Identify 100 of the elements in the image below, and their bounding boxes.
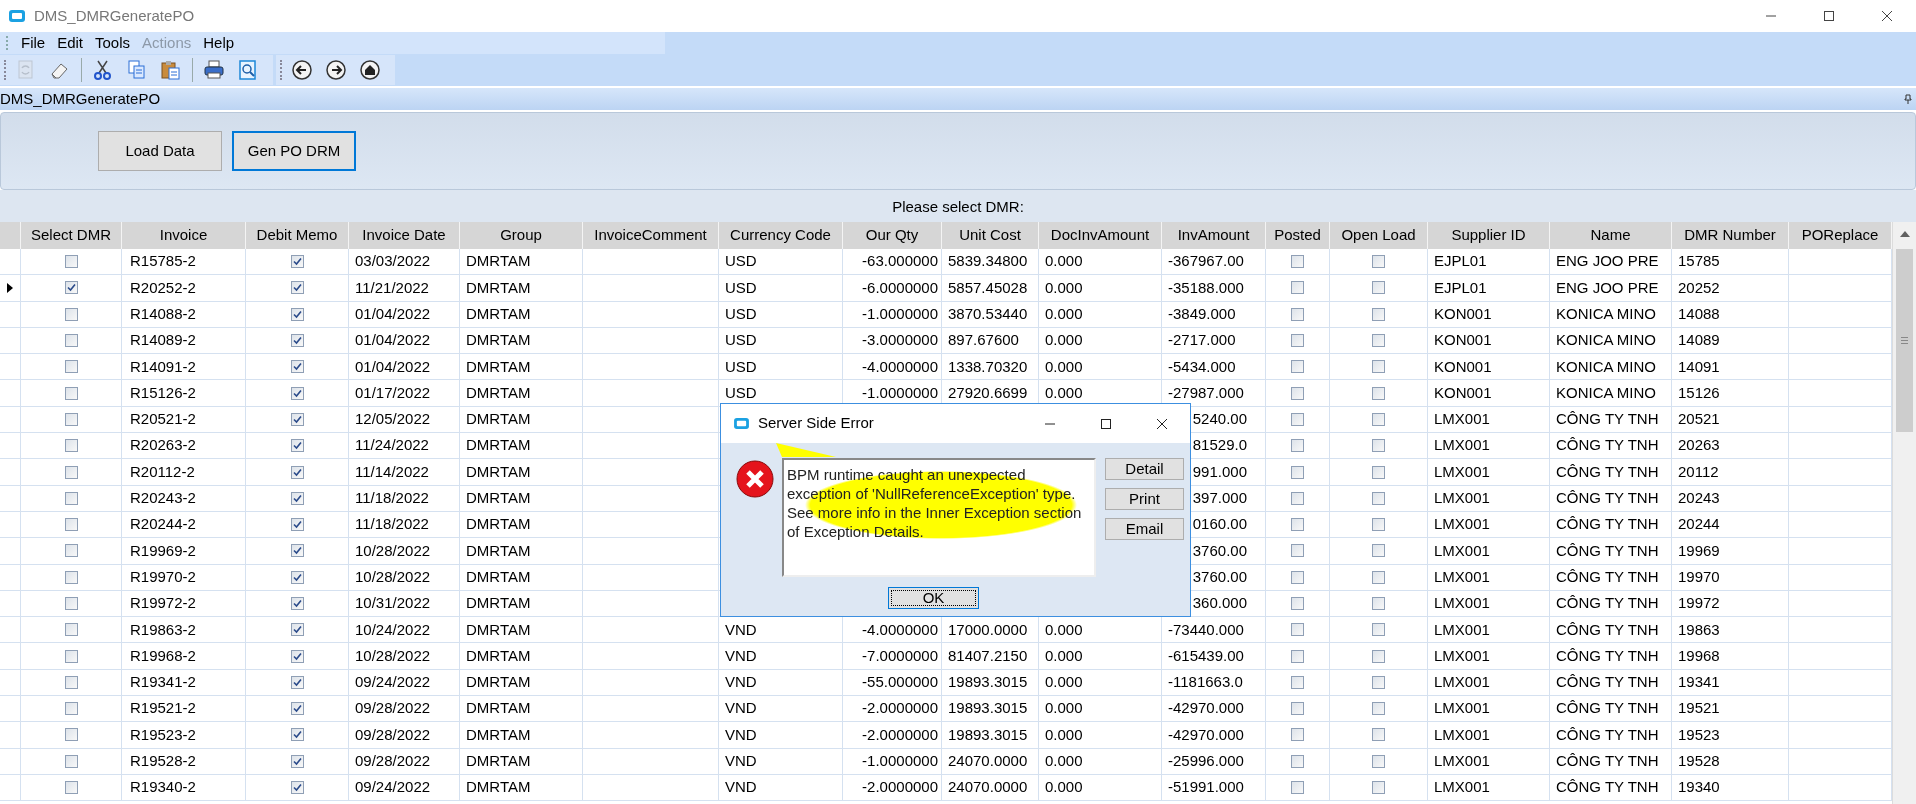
pin-icon[interactable] [1904, 94, 1912, 104]
menu-item[interactable]: Tools [89, 31, 137, 55]
checkbox[interactable] [290, 754, 304, 768]
checkbox[interactable] [1372, 623, 1385, 637]
checkbox[interactable] [290, 570, 304, 584]
checkbox[interactable] [1372, 334, 1385, 348]
checkbox[interactable] [1291, 491, 1304, 505]
action-button[interactable]: Load Data [98, 131, 222, 171]
checkbox[interactable] [1372, 412, 1385, 426]
checkbox[interactable] [64, 360, 78, 374]
clipboard-icon[interactable] [160, 59, 182, 81]
column-header[interactable]: Unit Cost [959, 224, 1021, 247]
column-header[interactable]: Posted [1274, 224, 1321, 247]
column-header[interactable]: InvoiceComment [594, 224, 707, 247]
checkbox[interactable] [1291, 623, 1304, 637]
checkbox[interactable] [1291, 544, 1304, 558]
checkbox[interactable] [1372, 702, 1385, 716]
checkbox[interactable] [290, 255, 304, 269]
checkbox[interactable] [64, 649, 78, 663]
checkbox[interactable] [1372, 465, 1385, 479]
checkbox[interactable] [1291, 702, 1304, 716]
column-header[interactable]: Open Load [1341, 224, 1416, 247]
checkbox[interactable] [1372, 544, 1385, 558]
checkbox[interactable] [290, 334, 304, 348]
checkbox[interactable] [64, 544, 78, 558]
checkbox[interactable] [64, 518, 78, 532]
checkbox[interactable] [1372, 781, 1385, 795]
checkbox[interactable] [290, 386, 304, 400]
checkbox[interactable] [1372, 728, 1385, 742]
checkbox[interactable] [64, 439, 78, 453]
checkbox[interactable] [1291, 465, 1304, 479]
checkbox[interactable] [64, 675, 78, 689]
checkbox[interactable] [1372, 491, 1385, 505]
checkbox[interactable] [1291, 597, 1304, 610]
checkbox[interactable] [1291, 334, 1304, 348]
checkbox[interactable] [1372, 386, 1385, 400]
checkbox[interactable] [1372, 360, 1385, 374]
checkbox[interactable] [290, 544, 304, 558]
checkbox[interactable] [1372, 518, 1385, 532]
close-icon[interactable] [1156, 417, 1168, 430]
column-header[interactable]: Invoice Date [362, 224, 446, 247]
scrollbar[interactable] [1892, 222, 1916, 804]
checkbox[interactable] [290, 675, 304, 689]
checkbox[interactable] [290, 465, 304, 479]
checkbox[interactable] [290, 518, 304, 532]
checkbox[interactable] [64, 281, 78, 295]
checkbox[interactable] [1291, 412, 1304, 426]
checkbox[interactable] [64, 386, 78, 400]
checkbox[interactable] [64, 465, 78, 479]
checkbox[interactable] [1372, 281, 1385, 295]
checkbox[interactable] [290, 781, 304, 795]
checkbox[interactable] [290, 702, 304, 716]
checkbox[interactable] [1372, 255, 1385, 269]
checkbox[interactable] [64, 728, 78, 742]
checkbox[interactable] [64, 754, 78, 768]
copy-icon[interactable] [126, 59, 148, 81]
column-header[interactable]: Supplier ID [1451, 224, 1526, 247]
checkbox[interactable] [290, 439, 304, 453]
column-header[interactable]: Currency Code [730, 224, 831, 247]
checkbox[interactable] [1291, 360, 1304, 374]
checkbox[interactable] [1291, 675, 1304, 689]
checkbox[interactable] [1291, 307, 1304, 321]
maximize-icon[interactable] [1823, 10, 1835, 22]
checkbox[interactable] [1372, 754, 1385, 768]
checkbox[interactable] [290, 649, 304, 663]
column-header[interactable]: Name [1590, 224, 1631, 247]
checkbox[interactable] [290, 307, 304, 321]
checkbox[interactable] [290, 597, 304, 610]
checkbox[interactable] [290, 623, 304, 637]
column-header[interactable]: POReplace [1801, 224, 1879, 247]
column-header[interactable]: DocInvAmount [1050, 224, 1150, 247]
scroll-up-icon[interactable] [1899, 231, 1910, 237]
column-header[interactable]: Select DMR [31, 224, 111, 247]
dialog-button[interactable]: Print [1105, 488, 1184, 510]
checkbox[interactable] [1372, 570, 1385, 584]
checkbox[interactable] [290, 728, 304, 742]
checkbox[interactable] [64, 623, 78, 637]
column-header[interactable]: Group [500, 224, 542, 247]
menu-item[interactable]: Edit [51, 31, 90, 55]
checkbox[interactable] [290, 412, 304, 426]
menu-item[interactable]: File [15, 31, 52, 55]
checkbox[interactable] [1291, 518, 1304, 532]
column-header[interactable]: Our Qty [865, 224, 919, 247]
column-header[interactable]: InvAmount [1177, 224, 1250, 247]
checkbox[interactable] [1291, 439, 1304, 453]
maximize-icon[interactable] [1100, 417, 1112, 430]
print-preview-icon[interactable] [237, 59, 259, 81]
checkbox[interactable] [64, 781, 78, 795]
checkbox[interactable] [1372, 439, 1385, 453]
checkbox[interactable] [1291, 754, 1304, 768]
close-icon[interactable] [1881, 10, 1893, 22]
checkbox[interactable] [290, 360, 304, 374]
checkbox[interactable] [290, 491, 304, 505]
dialog-button[interactable]: Email [1105, 518, 1184, 540]
checkbox[interactable] [64, 307, 78, 321]
checkbox[interactable] [1291, 386, 1304, 400]
checkbox[interactable] [64, 255, 78, 269]
dialog-button[interactable]: Detail [1105, 458, 1184, 480]
checkbox[interactable] [1291, 781, 1304, 795]
checkbox[interactable] [1372, 307, 1385, 321]
